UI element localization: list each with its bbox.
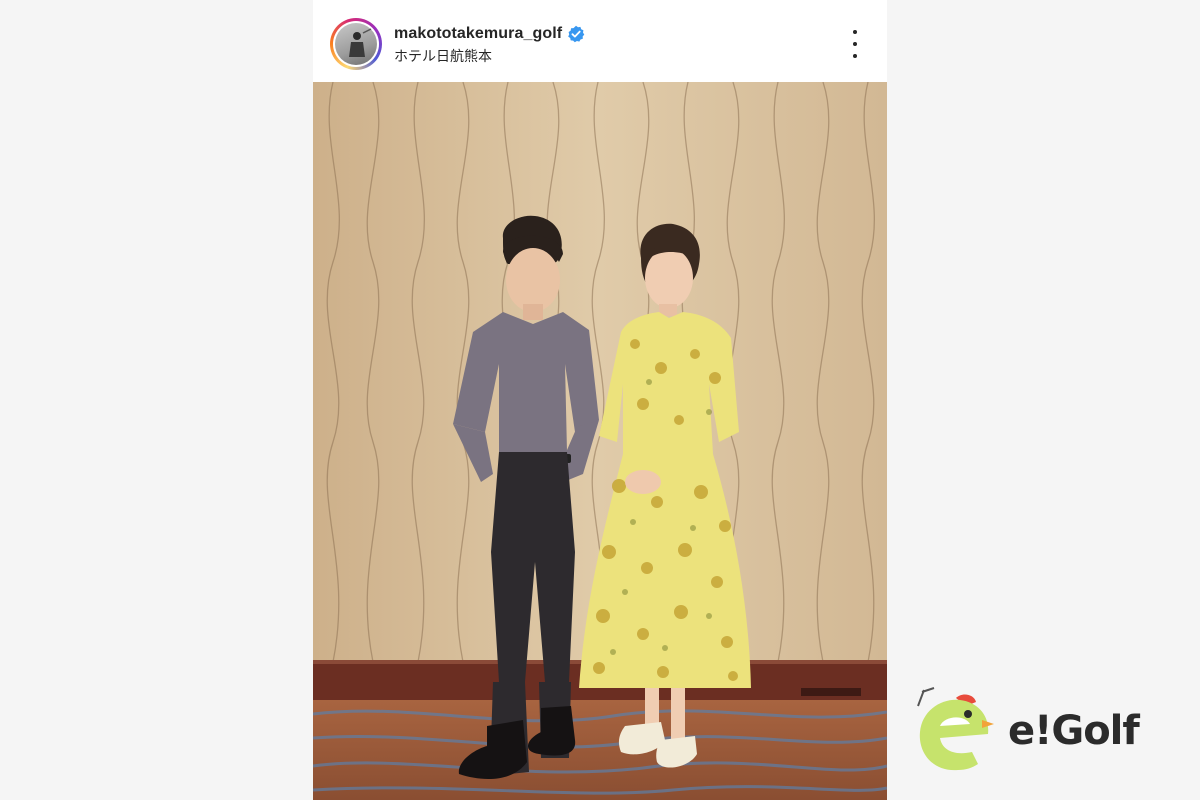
post-location[interactable]: ホテル日航熊本 xyxy=(394,46,492,66)
post-photo[interactable] xyxy=(313,82,887,800)
egolf-logo-text: e!Golf xyxy=(1008,708,1140,754)
egolf-logo: e!Golf xyxy=(912,686,1172,776)
post-header: makototakemura_golf ホテル日航熊本 xyxy=(313,0,887,82)
profile-avatar[interactable] xyxy=(330,18,382,70)
verified-badge-icon xyxy=(567,25,585,43)
instagram-post: makototakemura_golf ホテル日航熊本 xyxy=(313,0,887,800)
username-link[interactable]: makototakemura_golf xyxy=(394,25,562,43)
avatar-image xyxy=(335,23,377,65)
more-options-icon[interactable] xyxy=(845,30,865,58)
egolf-mascot-icon xyxy=(917,687,994,771)
